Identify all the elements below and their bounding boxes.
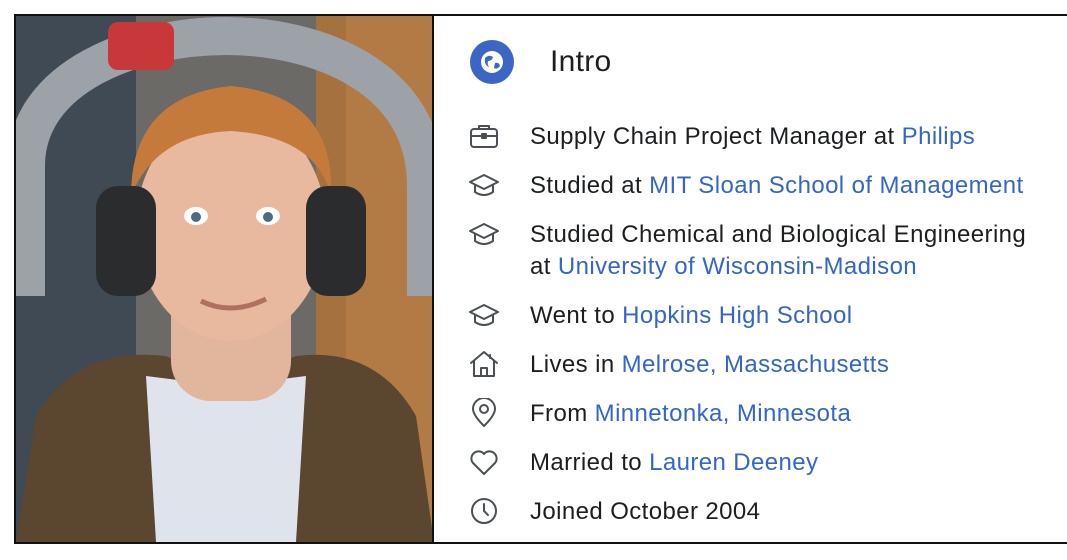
- education-3-link[interactable]: Hopkins High School: [622, 302, 852, 329]
- work-link[interactable]: Philips: [902, 123, 976, 150]
- education-2-link[interactable]: University of Wisconsin-Madison: [558, 253, 917, 280]
- education-1-link[interactable]: MIT Sloan School of Management: [649, 172, 1023, 199]
- from-prefix: From: [530, 400, 595, 427]
- intro-title: Intro: [550, 45, 612, 78]
- lives-in-prefix: Lives in: [530, 351, 622, 378]
- education-3-prefix: Went to: [530, 302, 623, 329]
- education-2-prefix-line2: at: [530, 253, 558, 280]
- graduation-cap-icon: [466, 219, 502, 249]
- intro-row-from: From Minnetonka, Minnesota: [466, 398, 851, 430]
- intro-row-education-2: Studied Chemical and Biological Engineer…: [466, 219, 1026, 283]
- relationship-prefix: Married to: [530, 449, 650, 476]
- intro-row-joined: Joined October 2004: [466, 496, 760, 528]
- location-pin-icon: [466, 398, 502, 428]
- globe-icon: [470, 40, 514, 84]
- lives-in-link[interactable]: Melrose, Massachusetts: [622, 351, 890, 378]
- from-link[interactable]: Minnetonka, Minnesota: [595, 400, 852, 427]
- profile-photo[interactable]: [16, 16, 434, 542]
- intro-panel: Intro Supply Chain Project Manager at Ph…: [436, 16, 1067, 542]
- intro-row-education-1: Studied at MIT Sloan School of Managemen…: [466, 170, 1024, 202]
- intro-row-relationship: Married to Lauren Deeney: [466, 447, 818, 479]
- heart-icon: [466, 447, 502, 477]
- graduation-cap-icon: [466, 300, 502, 330]
- home-icon: [466, 349, 502, 379]
- education-2-prefix: Studied Chemical and Biological Engineer…: [530, 221, 1027, 248]
- work-prefix: Supply Chain Project Manager at: [530, 123, 902, 150]
- intro-row-education-3: Went to Hopkins High School: [466, 300, 853, 332]
- intro-row-lives-in: Lives in Melrose, Massachusetts: [466, 349, 889, 381]
- intro-header: Intro: [470, 40, 612, 84]
- relationship-link[interactable]: Lauren Deeney: [649, 449, 818, 476]
- clock-icon: [466, 496, 502, 526]
- intro-row-work: Supply Chain Project Manager at Philips: [466, 121, 975, 153]
- graduation-cap-icon: [466, 170, 502, 200]
- briefcase-icon: [466, 121, 502, 151]
- education-1-prefix: Studied at: [530, 172, 650, 199]
- joined-text: Joined October 2004: [530, 498, 761, 525]
